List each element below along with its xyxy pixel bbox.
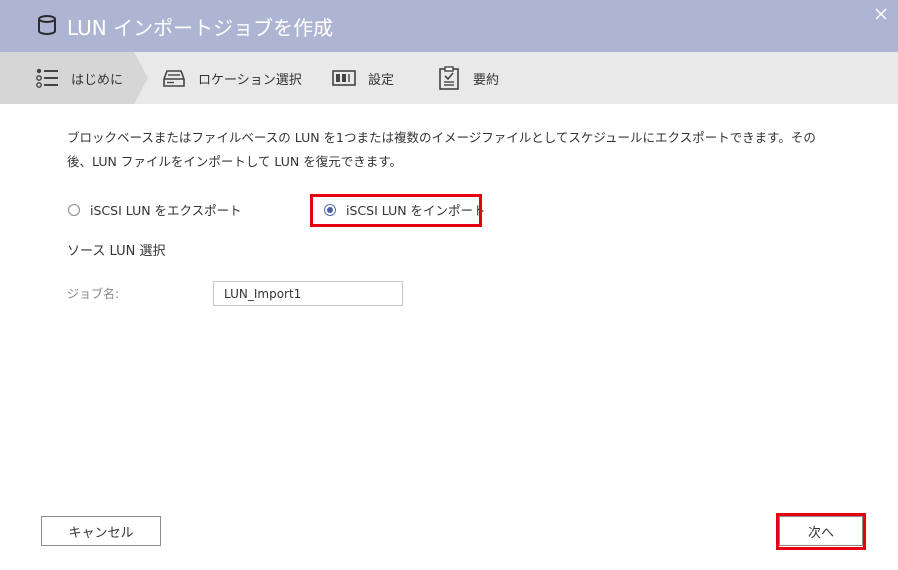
radio-export-lun[interactable]: iSCSI LUN をエクスポート [68, 200, 242, 219]
list-icon [36, 68, 58, 88]
storage-drive-icon [163, 70, 185, 87]
step-label: はじめに [71, 72, 124, 88]
radio-button-unchecked[interactable] [68, 203, 80, 216]
section-heading-source-lun: ソース LUN 選択 [67, 244, 166, 259]
annotation-highlight-next [776, 513, 866, 550]
step-location[interactable]: ロケーション選択 [162, 52, 302, 104]
radio-label: iSCSI LUN をエクスポート [90, 203, 242, 218]
close-icon[interactable] [874, 7, 888, 21]
step-summary[interactable]: 要約 [437, 52, 499, 104]
database-icon [38, 15, 56, 35]
step-introduction[interactable]: はじめに [35, 52, 123, 104]
job-name-label: ジョブ名: [67, 287, 120, 301]
step-label: ロケーション選択 [198, 72, 302, 88]
step-settings[interactable]: 設定 [332, 52, 394, 104]
window-title: LUN インポートジョブを作成 [67, 16, 334, 40]
clipboard-check-icon [439, 66, 459, 90]
step-label: 設定 [368, 72, 395, 88]
title-bar: LUN インポートジョブを作成 [0, 0, 898, 52]
annotation-highlight-import [310, 194, 482, 227]
description-text: ブロックベースまたはファイルベースの LUN を1つまたは複数のイメージファイル… [67, 130, 816, 169]
step-label: 要約 [473, 72, 500, 88]
job-name-input[interactable] [213, 281, 403, 306]
settings-bar-icon [332, 70, 356, 86]
wizard-step-bar: はじめに ロケーション選択 設定 要約 [0, 52, 898, 104]
cancel-button[interactable]: キャンセル [41, 516, 161, 546]
